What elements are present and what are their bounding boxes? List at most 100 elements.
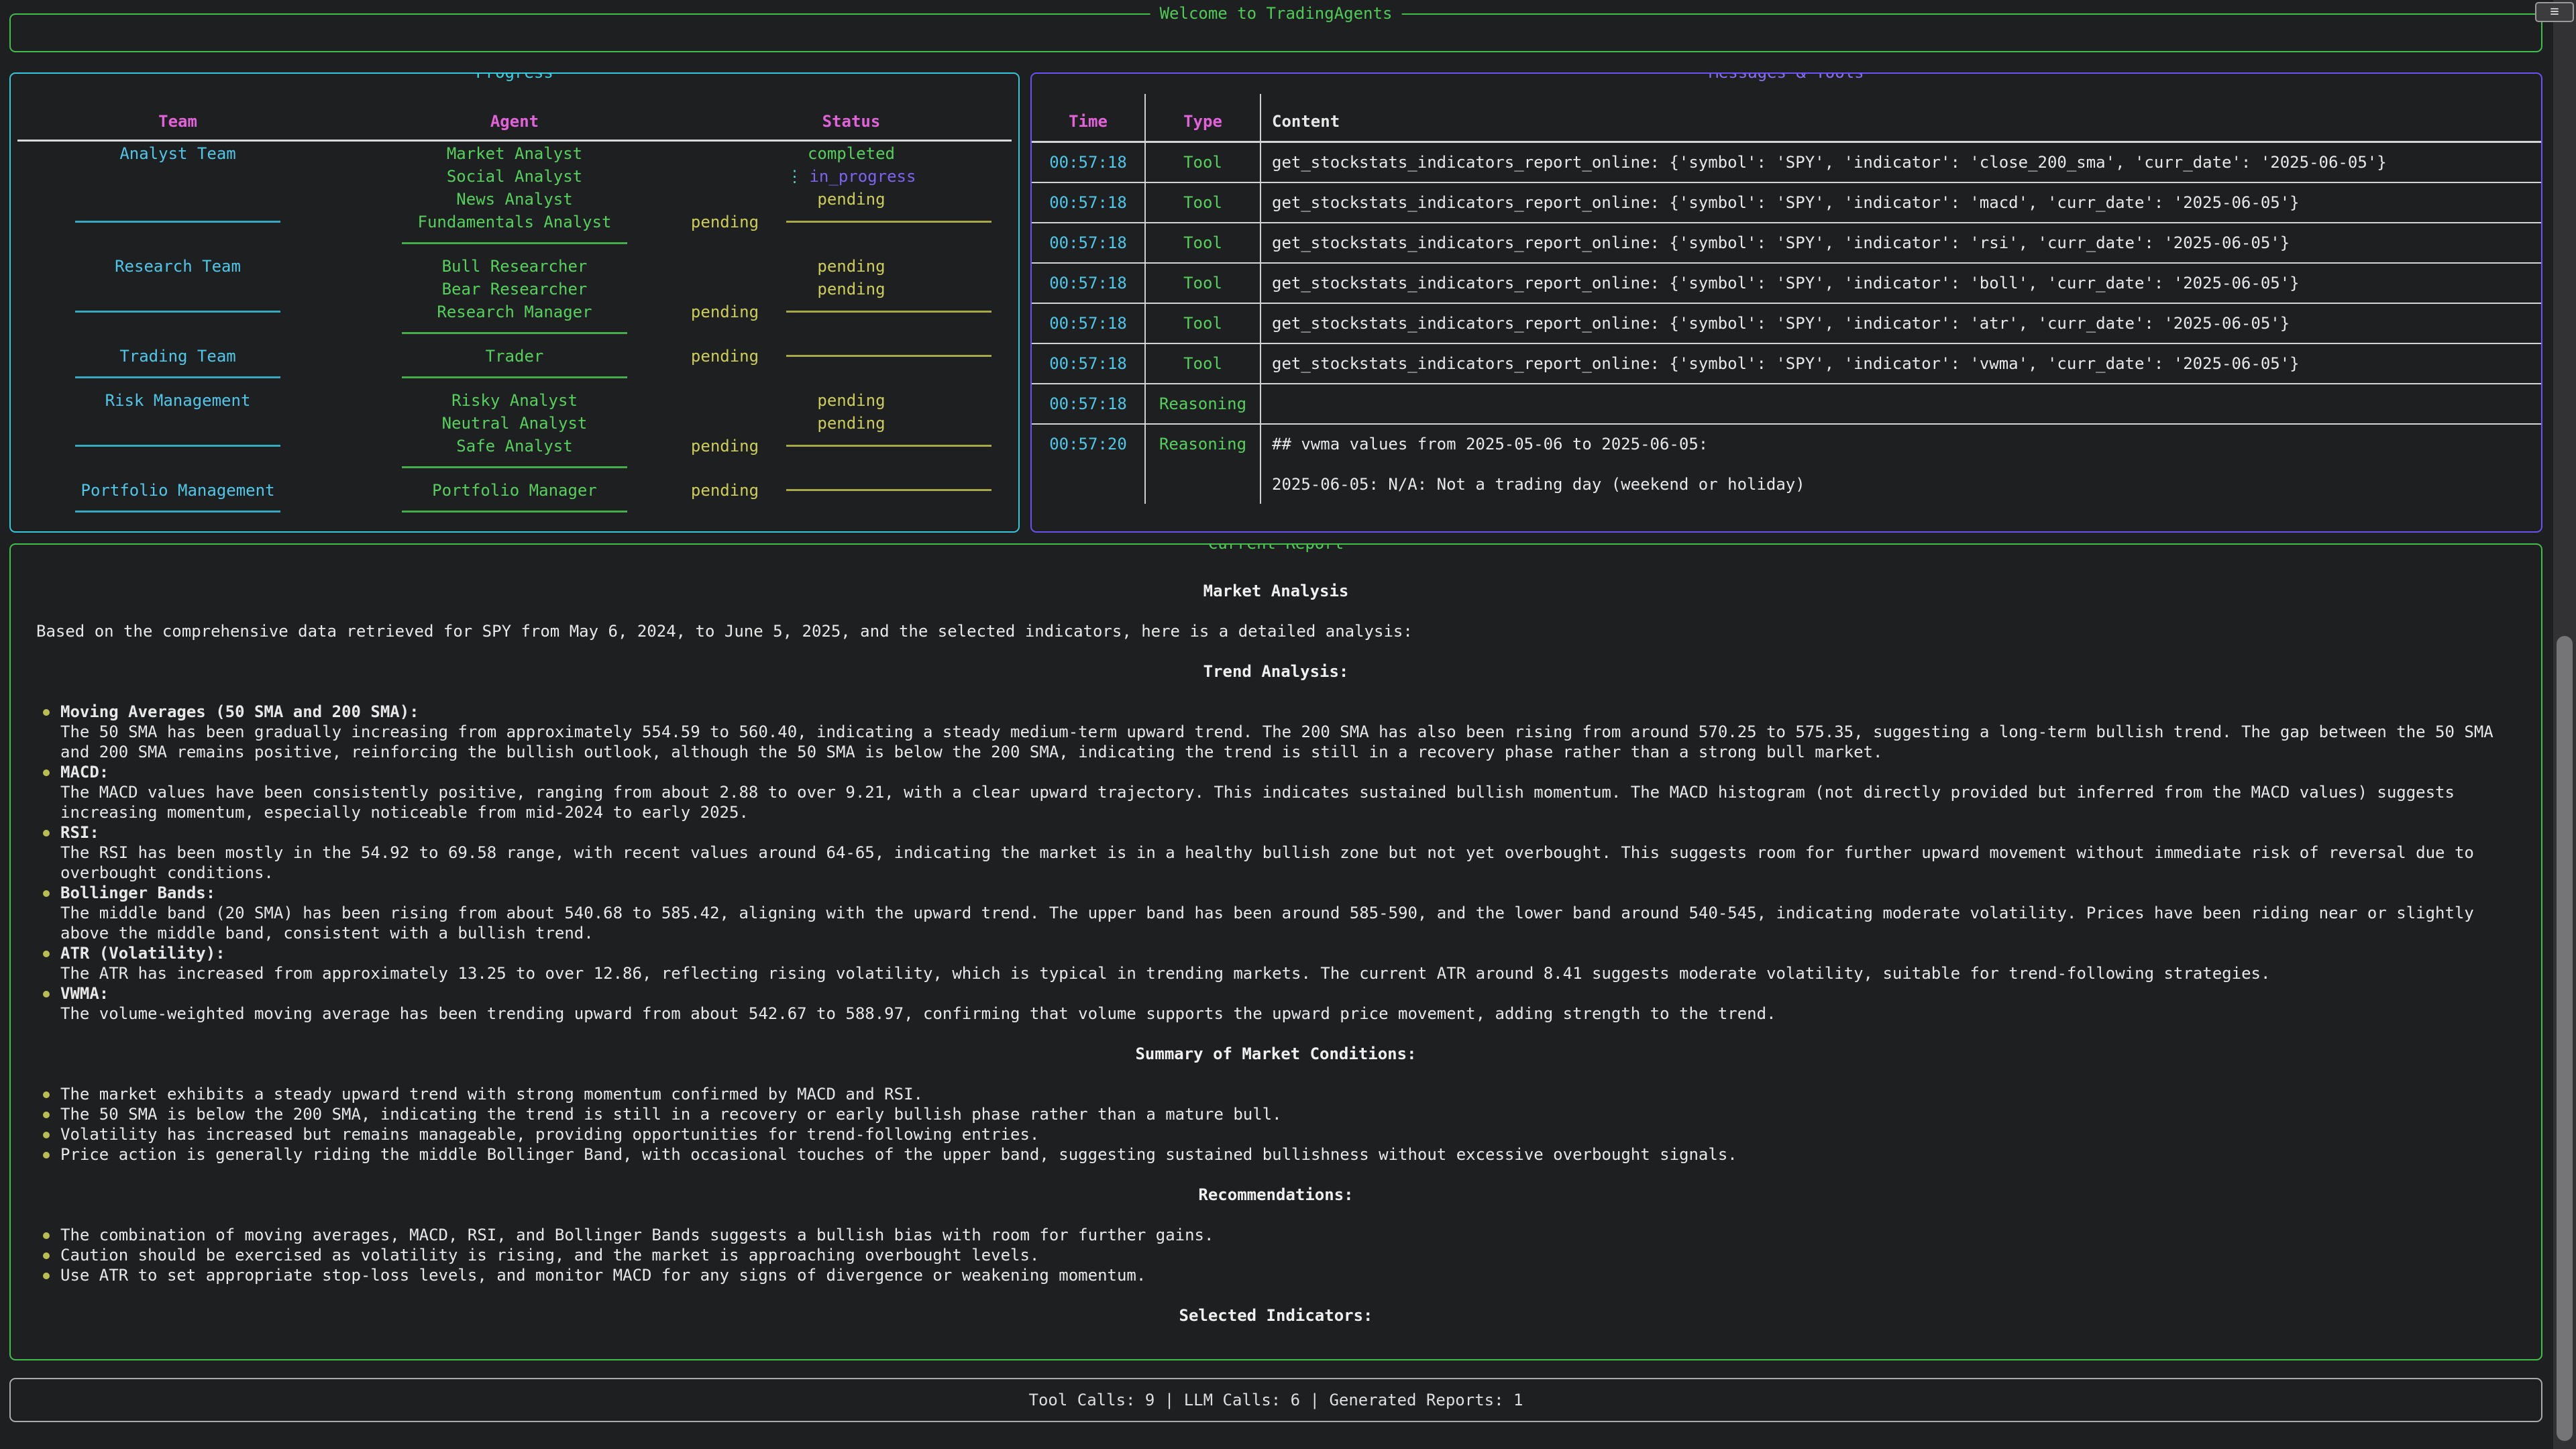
agent-cell: Neutral Analyst bbox=[338, 413, 691, 434]
message-time: 00:57:18 bbox=[1032, 304, 1146, 343]
message-time: 00:57:18 bbox=[1032, 223, 1146, 262]
status-cell: pending bbox=[691, 480, 1012, 523]
column-header-type: Type bbox=[1146, 94, 1261, 141]
report-heading-market-analysis: Market Analysis bbox=[31, 581, 2521, 601]
bullet-body: The 50 SMA has been gradually increasing… bbox=[60, 722, 2501, 762]
report-heading-recommendations: Recommendations: bbox=[31, 1185, 2521, 1205]
agent-cell: Bear Researcher bbox=[338, 278, 691, 300]
agent-cell: Risky Analyst bbox=[338, 390, 691, 411]
bullet-icon bbox=[43, 1132, 50, 1138]
team-cell: Analyst Team bbox=[17, 143, 338, 164]
column-header-content: Content bbox=[1261, 94, 2541, 141]
progress-table: Team Agent Status Analyst Team Market An… bbox=[11, 74, 1018, 523]
message-row: 00:57:20 Reasoning ## vwma values from 2… bbox=[1032, 425, 2541, 504]
bullet-item: Moving Averages (50 SMA and 200 SMA): Th… bbox=[42, 702, 2501, 762]
progress-row: News Analyst pending bbox=[17, 187, 1012, 210]
bullet-item: The combination of moving averages, MACD… bbox=[42, 1225, 2501, 1245]
report-heading-summary: Summary of Market Conditions: bbox=[31, 1044, 2521, 1064]
progress-row: Analyst Team Market Analyst completed bbox=[17, 142, 1012, 164]
message-row: 00:57:18 Tool get_stockstats_indicators_… bbox=[1032, 264, 2541, 304]
message-row: 00:57:18 Tool get_stockstats_indicators_… bbox=[1032, 304, 2541, 344]
bullet-item: RSI: The RSI has been mostly in the 54.9… bbox=[42, 822, 2501, 883]
bullet-icon bbox=[43, 830, 50, 837]
bullet-item: VWMA: The volume-weighted moving average… bbox=[42, 983, 2501, 1024]
messages-table: Time Type Content 00:57:18 Tool get_stoc… bbox=[1032, 94, 2541, 504]
status-text: pending bbox=[691, 301, 759, 344]
bullet-item: Price action is generally riding the mid… bbox=[42, 1144, 2501, 1165]
team-cell bbox=[17, 413, 338, 434]
column-header-time: Time bbox=[1032, 94, 1146, 141]
bullet-item: Bollinger Bands: The middle band (20 SMA… bbox=[42, 883, 2501, 943]
bullet-body: The 50 SMA is below the 200 SMA, indicat… bbox=[60, 1104, 2501, 1124]
agent-cell: Safe Analyst bbox=[338, 435, 691, 478]
bullet-item: The market exhibits a steady upward tren… bbox=[42, 1084, 2501, 1104]
team-cell: Trading Team bbox=[17, 345, 338, 388]
status-text: pending bbox=[691, 480, 759, 523]
progress-row: Neutral Analyst pending bbox=[17, 411, 1012, 434]
message-content bbox=[1261, 384, 2541, 423]
status-cell: pending bbox=[691, 278, 1012, 300]
spinner-icon: ⋮ bbox=[786, 166, 802, 187]
agent-cell: Trader bbox=[338, 345, 691, 388]
bullet-item: ATR (Volatility): The ATR has increased … bbox=[42, 943, 2501, 983]
report-panel: Current Report Market Analysis Based on … bbox=[9, 543, 2542, 1360]
recommendations-bullet-list: The combination of moving averages, MACD… bbox=[42, 1225, 2521, 1285]
report-heading-selected-indicators: Selected Indicators: bbox=[31, 1305, 2521, 1326]
bullet-icon bbox=[43, 1091, 50, 1098]
status-cell: pending bbox=[691, 345, 1012, 388]
bullet-body: Price action is generally riding the mid… bbox=[60, 1144, 2501, 1165]
window-menu-icon[interactable]: ≡ bbox=[2535, 2, 2574, 22]
report-heading-trend-analysis: Trend Analysis: bbox=[31, 661, 2521, 682]
message-content: get_stockstats_indicators_report_online:… bbox=[1261, 143, 2541, 182]
progress-row: Trading Team Trader pending bbox=[17, 344, 1012, 388]
bullet-body: The RSI has been mostly in the 54.92 to … bbox=[60, 843, 2501, 883]
message-row: 00:57:18 Tool get_stockstats_indicators_… bbox=[1032, 183, 2541, 223]
messages-panel-title: Messages & Tools bbox=[1699, 72, 1873, 83]
agent-cell: Social Analyst bbox=[338, 166, 691, 187]
message-time: 00:57:18 bbox=[1032, 183, 1146, 222]
bullet-body: The market exhibits a steady upward tren… bbox=[60, 1084, 2501, 1104]
status-text: pending bbox=[691, 345, 759, 388]
welcome-panel: Welcome to TradingAgents bbox=[9, 13, 2542, 52]
bullet-title: RSI: bbox=[60, 822, 2501, 843]
message-content: get_stockstats_indicators_report_online:… bbox=[1261, 304, 2541, 343]
bullet-icon bbox=[43, 951, 50, 957]
team-cell bbox=[17, 189, 338, 210]
agent-cell: Research Manager bbox=[338, 301, 691, 344]
message-type: Tool bbox=[1146, 223, 1261, 262]
agent-cell: Bull Researcher bbox=[338, 256, 691, 277]
message-time: 00:57:18 bbox=[1032, 344, 1146, 383]
bullet-icon bbox=[43, 709, 50, 716]
bullet-item: MACD: The MACD values have been consiste… bbox=[42, 762, 2501, 822]
messages-panel: Messages & Tools Time Type Content 00:57… bbox=[1030, 72, 2542, 533]
trend-bullet-list: Moving Averages (50 SMA and 200 SMA): Th… bbox=[42, 702, 2521, 1024]
message-type: Tool bbox=[1146, 304, 1261, 343]
bullet-item: Caution should be exercised as volatilit… bbox=[42, 1245, 2501, 1265]
scrollbar[interactable] bbox=[2553, 0, 2576, 1449]
agent-cell: Fundamentals Analyst bbox=[338, 211, 691, 254]
stats-text: Tool Calls: 9 | LLM Calls: 6 | Generated… bbox=[11, 1379, 2541, 1421]
progress-row: Bear Researcher pending bbox=[17, 277, 1012, 300]
message-content: get_stockstats_indicators_report_online:… bbox=[1261, 223, 2541, 262]
agent-cell: Market Analyst bbox=[338, 143, 691, 164]
scrollbar-thumb[interactable] bbox=[2557, 636, 2573, 1441]
stats-footer: Tool Calls: 9 | LLM Calls: 6 | Generated… bbox=[9, 1378, 2542, 1422]
team-cell bbox=[17, 211, 338, 254]
report-panel-title: Current Report bbox=[1199, 543, 1353, 553]
status-cell: pending bbox=[691, 301, 1012, 344]
bullet-icon bbox=[43, 1152, 50, 1159]
bullet-body: Caution should be exercised as volatilit… bbox=[60, 1245, 2501, 1265]
message-type: Reasoning bbox=[1146, 425, 1261, 504]
message-content: get_stockstats_indicators_report_online:… bbox=[1261, 344, 2541, 383]
bullet-icon bbox=[43, 769, 50, 776]
status-text: pending bbox=[817, 413, 885, 434]
progress-row: Research Manager pending bbox=[17, 300, 1012, 344]
status-text: pending bbox=[691, 435, 759, 478]
status-cell: pending bbox=[691, 435, 1012, 478]
bullet-body: The MACD values have been consistently p… bbox=[60, 782, 2501, 822]
team-cell bbox=[17, 166, 338, 187]
bullet-title: VWMA: bbox=[60, 983, 2501, 1004]
message-time: 00:57:18 bbox=[1032, 143, 1146, 182]
team-cell bbox=[17, 278, 338, 300]
bullet-item: Use ATR to set appropriate stop-loss lev… bbox=[42, 1265, 2501, 1285]
